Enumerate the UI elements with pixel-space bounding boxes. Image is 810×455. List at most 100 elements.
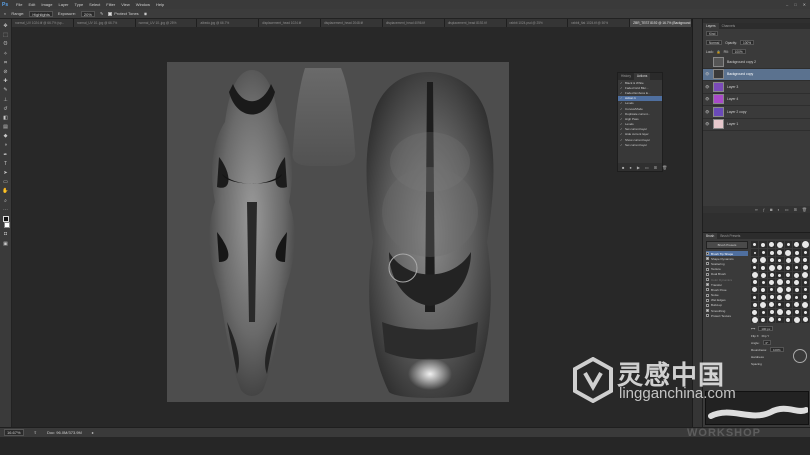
brush-tip-preset[interactable] <box>784 286 793 294</box>
brush-tip-preset[interactable] <box>801 301 809 309</box>
menu-layer[interactable]: Layer <box>58 2 68 7</box>
brush-tip-preset[interactable] <box>801 279 809 286</box>
doc-tab[interactable]: displacement_head 1024.tif <box>259 19 322 27</box>
flip-x-checkbox[interactable]: Flip X <box>751 334 759 338</box>
brush-tip-preset[interactable] <box>767 301 776 309</box>
opacity-field[interactable]: 100% <box>739 40 755 45</box>
minimize-button[interactable]: – <box>786 2 788 7</box>
brush-tip-preset[interactable] <box>801 316 809 323</box>
kind-dropdown[interactable]: Kind <box>706 31 719 36</box>
brush-tip-preset[interactable] <box>784 249 793 256</box>
brush-tip-preset[interactable] <box>759 271 767 279</box>
airbrush-icon[interactable]: ✎ <box>100 11 103 16</box>
dodge-tool-icon[interactable]: ◑ <box>2 142 9 148</box>
brush-tip-preset[interactable] <box>776 264 784 271</box>
brush-tip-preset[interactable] <box>767 264 776 271</box>
exposure-field[interactable]: 20% <box>80 10 95 17</box>
brush-tip-preset[interactable] <box>801 286 809 294</box>
brush-tip-preset[interactable] <box>793 264 801 271</box>
brush-tip-preset[interactable] <box>801 241 809 249</box>
brush-tip-preset[interactable] <box>759 294 767 301</box>
brush-tip-preset[interactable] <box>801 264 809 271</box>
brush-tip-preset[interactable] <box>793 241 801 249</box>
brush-tip-preset[interactable] <box>793 309 801 316</box>
brush-tip-preset[interactable] <box>759 301 767 309</box>
brush-tip-preset[interactable] <box>751 256 759 264</box>
menu-type[interactable]: Type <box>75 2 84 7</box>
hand-tool-icon[interactable]: ✋ <box>2 188 9 194</box>
layer-row[interactable]: 👁 Layer 2 copy <box>703 106 810 119</box>
tab-channels[interactable]: Channels <box>719 23 738 29</box>
brush-tip-preset[interactable] <box>793 286 801 294</box>
more-tools-icon[interactable]: ⋯ <box>2 207 9 213</box>
brush-tip-preset[interactable] <box>784 241 793 249</box>
clone-stamp-tool-icon[interactable]: ⊥ <box>2 97 9 103</box>
shape-tool-icon[interactable]: ▭ <box>2 179 9 185</box>
brush-tip-preset[interactable] <box>759 279 767 286</box>
brush-tip-preset[interactable] <box>784 309 793 316</box>
pen-tool-icon[interactable]: ✒ <box>2 152 9 158</box>
size-field[interactable]: 100 px <box>758 326 774 331</box>
brush-tip-preset[interactable] <box>784 264 793 271</box>
brush-tip-preset[interactable] <box>784 256 793 264</box>
path-select-tool-icon[interactable]: ➤ <box>2 170 9 176</box>
close-button[interactable]: ✕ <box>803 2 806 7</box>
brush-tip-preset[interactable] <box>751 241 759 249</box>
flip-y-checkbox[interactable]: Flip Y <box>762 334 770 338</box>
angle-field[interactable]: 0° <box>762 340 772 345</box>
tab-brush[interactable]: Brush <box>703 233 718 239</box>
doc-tab[interactable]: normal_UV 1024.tif @ 66.7% (sp... <box>12 19 74 27</box>
status-arrow-icon[interactable]: ▸ <box>92 430 94 435</box>
menu-file[interactable]: File <box>16 2 22 7</box>
lock-icon[interactable]: 🔒 <box>717 50 721 54</box>
layer-row[interactable]: 👁 Layer 4 <box>703 94 810 106</box>
doc-tab[interactable]: displacement_head 4096.tif <box>382 19 445 27</box>
brush-tip-preset[interactable] <box>767 294 776 301</box>
layer-row[interactable]: Background copy 2 <box>703 56 810 69</box>
tab-history[interactable]: History <box>618 73 634 80</box>
brush-tip-preset[interactable] <box>776 294 784 301</box>
brush-tip-preset[interactable] <box>751 286 759 294</box>
menu-window[interactable]: Window <box>136 2 150 7</box>
share-icon[interactable]: ⇪ <box>34 430 37 435</box>
maximize-button[interactable]: □ <box>794 2 796 7</box>
brush-option[interactable]: Protect Texture <box>706 313 748 318</box>
brush-tip-preset[interactable] <box>801 309 809 316</box>
brush-tip-preset[interactable] <box>767 279 776 286</box>
new-set-icon[interactable]: ▭ <box>645 165 649 170</box>
fx-icon[interactable]: ƒ <box>763 207 765 212</box>
history-brush-tool-icon[interactable]: ↺ <box>2 106 9 112</box>
brush-tip-preset[interactable] <box>793 279 801 286</box>
doc-tab[interactable]: displacement_head 8192.tif <box>444 19 507 27</box>
brush-tip-preset[interactable] <box>767 249 776 256</box>
brush-tip-preset[interactable] <box>793 301 801 309</box>
brush-tip-preset[interactable] <box>767 309 776 316</box>
brush-tip-preset[interactable] <box>776 241 784 249</box>
menu-help[interactable]: Help <box>156 2 164 7</box>
menu-image[interactable]: Image <box>41 2 52 7</box>
layer-row[interactable]: 👁 Layer 3 <box>703 81 810 94</box>
record-icon[interactable]: ● <box>629 165 631 170</box>
brush-tip-preset[interactable] <box>751 264 759 271</box>
brush-tip-preset[interactable] <box>784 294 793 301</box>
mask-icon[interactable]: ◙ <box>770 207 772 212</box>
brush-tip-preset[interactable] <box>759 256 767 264</box>
brush-tip-preset[interactable] <box>759 249 767 256</box>
brush-tip-preset[interactable] <box>776 256 784 264</box>
eye-icon[interactable]: 👁 <box>705 85 710 89</box>
brush-tip-preset[interactable] <box>801 256 809 264</box>
menu-select[interactable]: Select <box>89 2 100 7</box>
range-dropdown[interactable]: Highlights <box>29 10 53 17</box>
brush-tip-preset[interactable] <box>776 301 784 309</box>
eye-icon[interactable]: 👁 <box>705 110 710 114</box>
healing-tool-icon[interactable]: ✚ <box>2 78 9 84</box>
brush-tip-preset[interactable] <box>784 316 793 323</box>
eraser-tool-icon[interactable]: ◧ <box>2 115 9 121</box>
brush-tip-preset[interactable] <box>784 271 793 279</box>
document-info[interactable]: Doc: 96.0M/373.9M <box>47 430 82 435</box>
brush-tip-preset[interactable] <box>776 279 784 286</box>
new-layer-icon[interactable]: ⊞ <box>794 207 797 212</box>
brush-tip-preset[interactable] <box>751 271 759 279</box>
brush-tip-preset[interactable] <box>776 316 784 323</box>
marquee-tool-icon[interactable]: ⬚ <box>2 32 9 38</box>
